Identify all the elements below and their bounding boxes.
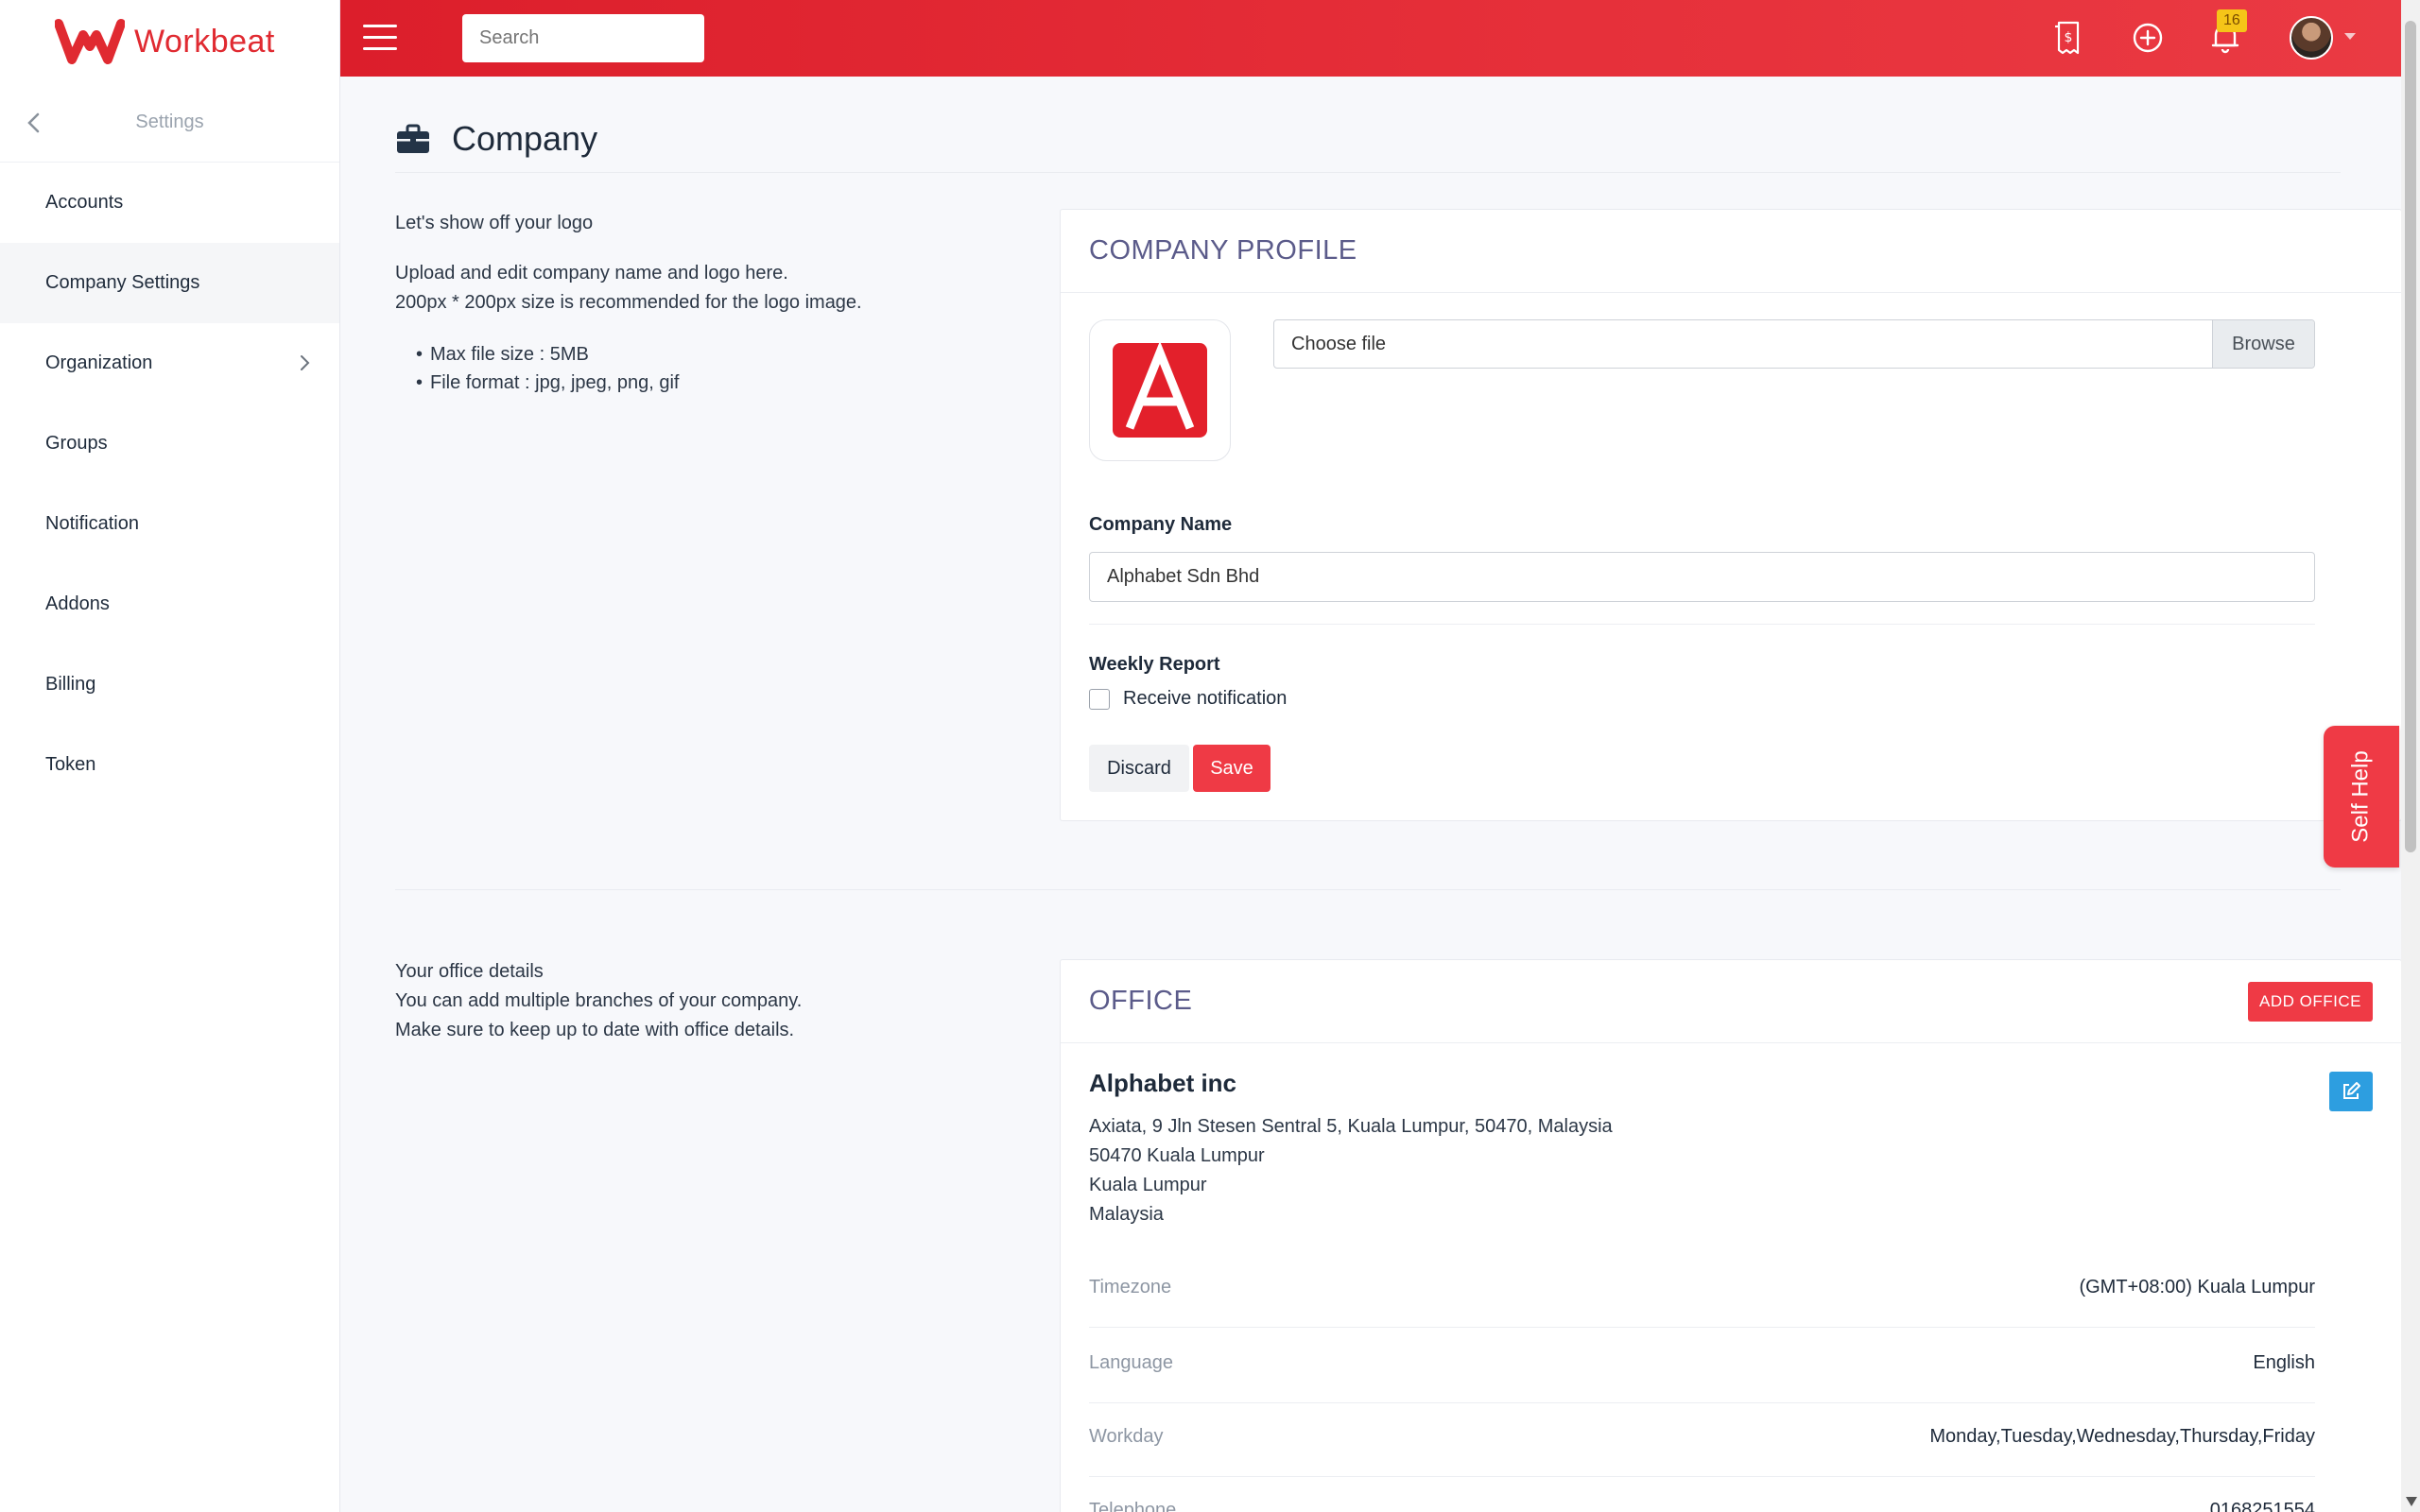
- office-desc-line: Your office details: [395, 961, 544, 982]
- browse-button[interactable]: Browse: [2212, 320, 2314, 368]
- list-item: File format : jpg, jpeg, png, gif: [430, 369, 862, 397]
- main-content: Company Let's show off your logo Upload …: [340, 77, 2402, 1512]
- notification-count-badge: 16: [2217, 9, 2247, 32]
- sidebar-item-label: Notification: [45, 513, 139, 534]
- chevron-down-icon[interactable]: [2344, 33, 2356, 40]
- office-desc-line: You can add multiple branches of your co…: [395, 990, 803, 1011]
- office-address-line: Malaysia: [1089, 1204, 1164, 1225]
- office-desc-line: Make sure to keep up to date with office…: [395, 1020, 795, 1040]
- settings-sidebar: Workbeat Settings Accounts Company Setti…: [0, 0, 340, 1512]
- discard-button[interactable]: Discard: [1089, 745, 1189, 792]
- scrollbar-thumb[interactable]: [2405, 21, 2416, 852]
- card-header: OFFICE ADD OFFICE: [1061, 960, 2401, 1043]
- sidebar-item-label: Billing: [45, 674, 96, 695]
- detail-value: 0168251554: [2209, 1500, 2315, 1512]
- company-profile-card: COMPANY PROFILE Choose file Browse Compa…: [1060, 209, 2402, 821]
- logo-instructions-2: 200px * 200px size is recommended for th…: [395, 292, 862, 313]
- company-name-label: Company Name: [1089, 514, 1233, 535]
- detail-key: Telephone: [1089, 1500, 1177, 1512]
- sidebar-item-company-settings[interactable]: Company Settings: [0, 243, 339, 323]
- file-input-label: Choose file: [1291, 334, 1387, 354]
- avatar[interactable]: [2290, 16, 2333, 60]
- sidebar-item-label: Token: [45, 754, 96, 775]
- settings-nav: Accounts Company Settings Organization G…: [0, 163, 339, 805]
- search-input[interactable]: [462, 14, 704, 62]
- scroll-down-arrow-icon[interactable]: [2406, 1497, 2417, 1506]
- add-office-button[interactable]: ADD OFFICE: [2248, 982, 2373, 1022]
- edit-office-button[interactable]: [2329, 1072, 2373, 1111]
- page-header: Company: [395, 105, 2341, 173]
- detail-value: (GMT+08:00) Kuala Lumpur: [2079, 1277, 2315, 1297]
- detail-value: Monday,Tuesday,Wednesday,Thursday,Friday: [1929, 1426, 2315, 1447]
- list-item: Max file size : 5MB: [430, 340, 862, 369]
- office-detail-row-telephone: Telephone 0168251554: [1089, 1475, 2315, 1512]
- company-logo-preview: [1089, 319, 1231, 461]
- logo-heading: Let's show off your logo: [395, 213, 594, 233]
- logo-requirements-list: Max file size : 5MB File format : jpg, j…: [395, 340, 862, 397]
- detail-key: Language: [1089, 1352, 1173, 1373]
- company-name-field[interactable]: [1089, 552, 2315, 602]
- chevron-right-icon: [301, 355, 310, 370]
- briefcase-icon: [397, 124, 429, 153]
- office-name: Alphabet inc: [1089, 1069, 1237, 1097]
- page-scrollbar[interactable]: [2401, 0, 2420, 1512]
- card-title: OFFICE: [1089, 986, 1193, 1016]
- office-detail-row-timezone: Timezone (GMT+08:00) Kuala Lumpur: [1089, 1252, 2315, 1328]
- sidebar-item-label: Groups: [45, 433, 108, 454]
- sidebar-item-organization[interactable]: Organization: [0, 323, 339, 404]
- top-navbar: $ 16: [340, 0, 2401, 77]
- svg-text:$: $: [2065, 30, 2073, 45]
- sidebar-item-addons[interactable]: Addons: [0, 564, 339, 644]
- edit-icon: [2343, 1082, 2360, 1099]
- self-help-button[interactable]: Self Help: [2324, 726, 2399, 868]
- sidebar-item-label: Accounts: [45, 192, 124, 213]
- invoice-icon[interactable]: $: [2048, 17, 2089, 59]
- office-address-line: 50470 Kuala Lumpur: [1089, 1145, 1265, 1166]
- sidebar-item-label: Organization: [45, 352, 153, 373]
- sidebar-item-billing[interactable]: Billing: [0, 644, 339, 725]
- card-header: COMPANY PROFILE: [1061, 210, 2401, 293]
- add-circle-icon[interactable]: [2127, 17, 2169, 59]
- detail-key: Workday: [1089, 1426, 1164, 1447]
- office-detail-row-workday: Workday Monday,Tuesday,Wednesday,Thursda…: [1089, 1401, 2315, 1477]
- company-logo-image: [1113, 341, 1207, 438]
- page-title: Company: [452, 118, 598, 158]
- receive-notification-label: Receive notification: [1123, 688, 1288, 709]
- logo-description: Let's show off your logo Upload and edit…: [395, 209, 862, 397]
- settings-title: Settings: [135, 112, 204, 132]
- hamburger-menu-icon[interactable]: [363, 25, 397, 51]
- settings-header: Settings: [0, 83, 339, 163]
- brand-name: Workbeat: [134, 23, 275, 60]
- office-detail-row-language: Language English: [1089, 1328, 2315, 1403]
- sidebar-item-label: Addons: [45, 593, 110, 614]
- office-description: Your office details You can add multiple…: [395, 957, 802, 1045]
- logo-file-input[interactable]: Choose file Browse: [1273, 319, 2315, 369]
- divider: [1089, 624, 2315, 625]
- detail-key: Timezone: [1089, 1277, 1172, 1297]
- office-card: OFFICE ADD OFFICE Alphabet inc Axiata, 9…: [1060, 959, 2402, 1512]
- logo-instructions-1: Upload and edit company name and logo he…: [395, 263, 788, 284]
- detail-value: English: [2253, 1352, 2315, 1373]
- chevron-left-icon[interactable]: [23, 110, 45, 136]
- office-address-line: Kuala Lumpur: [1089, 1175, 1207, 1195]
- save-button[interactable]: Save: [1193, 745, 1270, 792]
- receive-notification-checkbox-row[interactable]: Receive notification: [1089, 688, 1287, 710]
- section-divider: [395, 889, 2341, 890]
- sidebar-item-label: Company Settings: [45, 272, 200, 293]
- receive-notification-checkbox[interactable]: [1089, 688, 1110, 710]
- card-title: COMPANY PROFILE: [1089, 235, 1357, 266]
- brand[interactable]: Workbeat: [0, 0, 339, 83]
- office-address-line: Axiata, 9 Jln Stesen Sentral 5, Kuala Lu…: [1089, 1116, 1613, 1137]
- sidebar-item-token[interactable]: Token: [0, 725, 339, 805]
- self-help-label: Self Help: [2348, 750, 2375, 843]
- weekly-report-label: Weekly Report: [1089, 654, 1220, 675]
- sidebar-item-notification[interactable]: Notification: [0, 484, 339, 564]
- workbeat-logo-icon: [55, 19, 125, 64]
- sidebar-item-groups[interactable]: Groups: [0, 404, 339, 484]
- sidebar-item-accounts[interactable]: Accounts: [0, 163, 339, 243]
